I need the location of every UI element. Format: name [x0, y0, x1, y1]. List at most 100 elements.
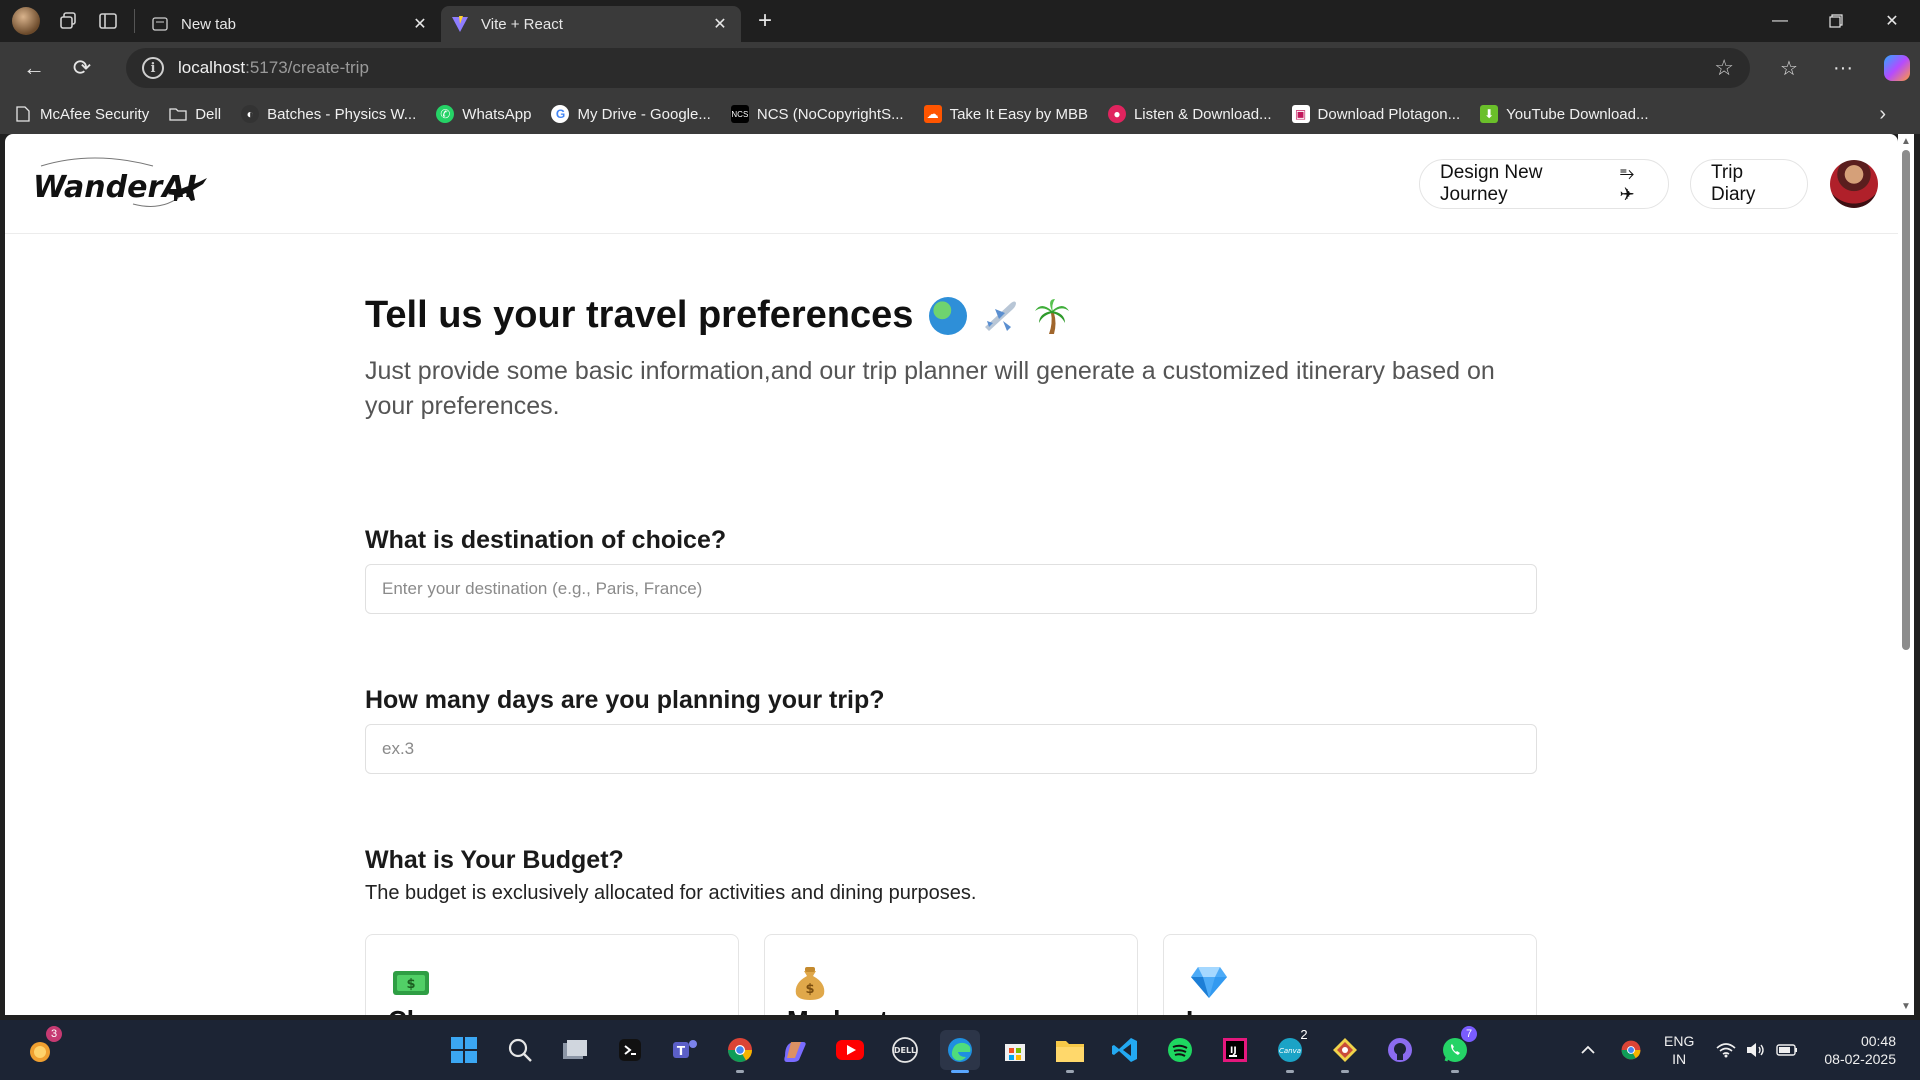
wifi-icon[interactable]	[1716, 1020, 1736, 1080]
bookmark-whatsapp[interactable]: ✆ WhatsApp	[436, 105, 531, 123]
tab-title: Vite + React	[481, 15, 563, 33]
bookmark-soundcloud[interactable]: ☁ Take It Easy by MBB	[923, 105, 1088, 123]
budget-option-title: Moderate	[787, 1005, 903, 1015]
spotify-icon[interactable]	[1160, 1030, 1200, 1070]
airplane-icon: ⥱✈	[1619, 163, 1635, 204]
bookmark-plotagon[interactable]: ▣ Download Plotagon...	[1291, 105, 1460, 123]
more-menu-icon[interactable]: ···	[1816, 48, 1870, 88]
folder-icon	[169, 105, 187, 123]
bookmark-mcafee[interactable]: McAfee Security	[14, 105, 149, 123]
language-indicator[interactable]: ENG IN	[1664, 1032, 1694, 1068]
widgets-icon[interactable]: 3	[20, 1026, 62, 1070]
design-new-journey-button[interactable]: Design New Journey ⥱✈	[1419, 159, 1669, 209]
restore-icon[interactable]	[1808, 0, 1864, 42]
svg-text:T: T	[677, 1044, 686, 1058]
intellij-icon[interactable]: IJ	[1215, 1030, 1255, 1070]
wanderai-logo[interactable]: WanderAI	[33, 156, 223, 212]
diamond-icon	[1190, 963, 1228, 1001]
cash-icon: $	[392, 963, 430, 1001]
chevron-right-icon[interactable]: ›	[1879, 103, 1886, 126]
windows-taskbar: 3 T DELL IJ Canva 2 7 ENG IN 00:48 08-02…	[0, 1020, 1920, 1080]
tab-vite-react[interactable]: Vite + React ✕	[441, 6, 741, 42]
dell-icon[interactable]: DELL	[885, 1030, 925, 1070]
battery-icon[interactable]	[1776, 1020, 1798, 1080]
svg-text:DELL: DELL	[894, 1046, 916, 1055]
close-tab-icon[interactable]: ✕	[709, 13, 731, 35]
google-icon: G	[551, 105, 570, 123]
copilot-icon[interactable]	[1884, 55, 1910, 81]
bookmark-google-drive[interactable]: G My Drive - Google...	[551, 105, 711, 123]
svg-text:IJ: IJ	[1230, 1046, 1237, 1056]
chrome-icon[interactable]	[720, 1030, 760, 1073]
favorites-icon[interactable]: ☆	[1762, 48, 1816, 88]
svg-text:Canva: Canva	[1279, 1047, 1301, 1055]
file-explorer-icon[interactable]	[1050, 1030, 1090, 1073]
destination-question: What is destination of choice?	[365, 526, 727, 554]
edge-icon[interactable]	[940, 1030, 980, 1073]
bookmark-youtube-download[interactable]: ⬇ YouTube Download...	[1480, 105, 1648, 123]
back-icon[interactable]: ←	[10, 48, 58, 88]
whatsapp-app-icon[interactable]: 7	[1435, 1026, 1477, 1073]
money-bag-icon: $	[791, 963, 829, 1001]
git-icon[interactable]	[1325, 1030, 1365, 1073]
close-tab-icon[interactable]: ✕	[409, 13, 431, 35]
favorite-star-icon[interactable]: ☆	[1714, 55, 1734, 81]
minimize-icon[interactable]: —	[1752, 0, 1808, 42]
page-scrollbar[interactable]: ▲ ▼	[1898, 134, 1914, 1015]
svg-text:$: $	[805, 982, 814, 997]
workspaces-icon[interactable]	[48, 0, 88, 42]
close-window-icon[interactable]: ✕	[1864, 0, 1920, 42]
budget-option-cheap[interactable]: $ Cheap	[365, 934, 739, 1015]
trip-diary-label: Trip Diary	[1711, 162, 1756, 205]
trip-diary-button[interactable]: Trip Diary	[1690, 159, 1808, 209]
page-title: Tell us your travel preferences	[365, 294, 1071, 337]
bookmark-physics-wallah[interactable]: ◐ Batches - Physics W...	[241, 105, 416, 123]
soundcloud-icon: ☁	[923, 105, 942, 123]
refresh-icon[interactable]: ⟳	[58, 48, 106, 88]
scrollbar-thumb[interactable]	[1902, 150, 1910, 650]
tab-new-tab[interactable]: New tab ✕	[141, 6, 441, 42]
search-icon[interactable]	[500, 1030, 540, 1070]
budget-option-luxury[interactable]: Luxury	[1163, 934, 1537, 1015]
terminal-app-icon[interactable]	[610, 1030, 650, 1070]
show-hidden-icons-icon[interactable]	[1580, 1020, 1596, 1080]
teams-icon[interactable]: T	[665, 1030, 705, 1070]
days-question: How many days are you planning your trip…	[365, 686, 885, 714]
volume-icon[interactable]	[1746, 1020, 1766, 1080]
youtube-icon[interactable]	[830, 1030, 870, 1070]
page-viewport: WanderAI Design New Journey ⥱✈ Trip Diar…	[5, 134, 1898, 1015]
vertical-tabs-icon[interactable]	[88, 0, 128, 42]
app-header: WanderAI Design New Journey ⥱✈ Trip Diar…	[5, 134, 1898, 234]
bookmark-dell[interactable]: Dell	[169, 105, 221, 123]
clock[interactable]: 00:48 08-02-2025	[1816, 1032, 1896, 1068]
destination-input[interactable]	[365, 564, 1537, 614]
vscode-icon[interactable]	[1105, 1030, 1145, 1070]
scroll-up-icon[interactable]: ▲	[1900, 136, 1912, 148]
vite-logo-icon	[451, 15, 469, 33]
copilot-app-icon[interactable]	[775, 1030, 815, 1070]
new-tab-button[interactable]: +	[747, 3, 783, 39]
address-bar[interactable]: i localhost:5173/create-trip ☆	[126, 48, 1750, 88]
pw-icon: ◐	[241, 105, 260, 123]
browser-profile-avatar[interactable]	[12, 7, 40, 35]
bookmark-ncs[interactable]: NCS NCS (NoCopyrightS...	[730, 105, 904, 123]
download-icon: ⬇	[1480, 105, 1499, 123]
canva-icon[interactable]: Canva 2	[1270, 1027, 1310, 1073]
svg-text:$: $	[406, 977, 415, 992]
globe-icon	[929, 296, 968, 335]
start-icon[interactable]	[444, 1030, 484, 1070]
new-tab-page-icon	[151, 15, 169, 33]
bookmark-listen-download[interactable]: ● Listen & Download...	[1107, 105, 1272, 123]
scroll-down-icon[interactable]: ▼	[1900, 1001, 1912, 1013]
site-info-icon[interactable]: i	[142, 57, 164, 79]
page-icon	[14, 105, 32, 123]
days-input[interactable]	[365, 724, 1537, 774]
user-avatar[interactable]	[1830, 160, 1878, 208]
whatsapp-badge: 7	[1461, 1026, 1477, 1042]
task-view-icon[interactable]	[555, 1030, 595, 1070]
tab-title: New tab	[181, 15, 237, 33]
chrome-tray-icon[interactable]	[1620, 1020, 1642, 1080]
microsoft-store-icon[interactable]	[995, 1030, 1035, 1070]
github-icon[interactable]	[1380, 1030, 1420, 1070]
budget-option-moderate[interactable]: $ Moderate	[764, 934, 1138, 1015]
